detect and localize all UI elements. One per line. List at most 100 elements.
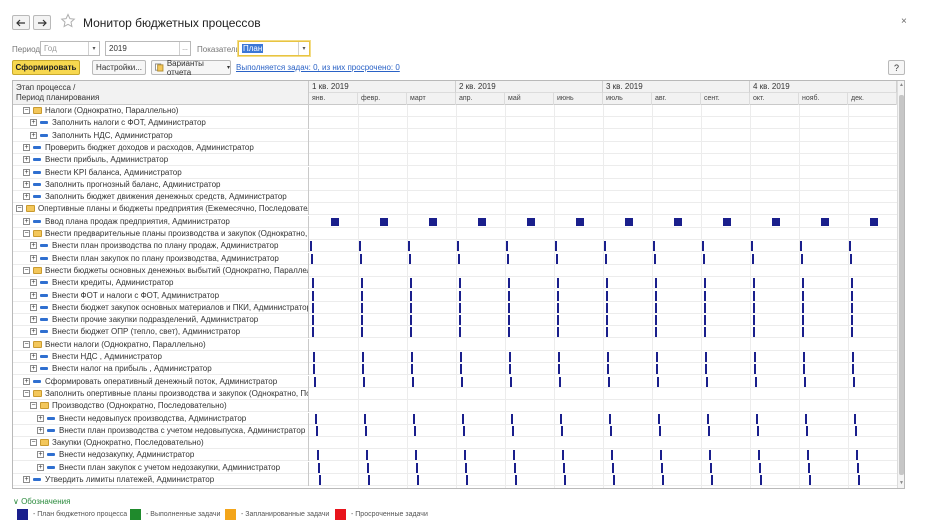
table-row[interactable]: − Опертивные планы и бюджеты предприятия … — [13, 203, 897, 216]
plan-bar[interactable] — [315, 413, 318, 424]
scrollbar-thumb[interactable] — [899, 95, 904, 475]
plan-bar[interactable] — [756, 413, 759, 424]
plan-bar[interactable] — [527, 217, 536, 226]
scroll-down-icon[interactable]: ▼ — [899, 480, 904, 486]
expand-icon[interactable]: + — [30, 353, 37, 360]
plan-bar[interactable] — [463, 425, 466, 436]
plan-bar[interactable] — [851, 278, 854, 289]
plan-bar[interactable] — [411, 364, 414, 375]
plan-bar[interactable] — [612, 462, 615, 473]
table-row[interactable]: + Внести план закупок по плану производст… — [13, 252, 897, 265]
plan-bar[interactable] — [607, 364, 610, 375]
plan-bar[interactable] — [312, 327, 315, 338]
plan-bar[interactable] — [312, 290, 315, 301]
plan-bar[interactable] — [558, 364, 561, 375]
plan-bar[interactable] — [466, 475, 469, 485]
table-row[interactable]: + Внести бюджет ОПР (тепло, свет), Админи… — [13, 326, 897, 339]
plan-bar[interactable] — [512, 425, 515, 436]
plan-bar[interactable] — [508, 315, 511, 326]
plan-bar[interactable] — [362, 364, 365, 375]
plan-bar[interactable] — [506, 241, 509, 252]
plan-bar[interactable] — [802, 327, 805, 338]
plan-bar[interactable] — [557, 315, 560, 326]
plan-bar[interactable] — [625, 217, 634, 226]
collapse-icon[interactable]: − — [23, 389, 30, 397]
expand-icon[interactable]: + — [30, 316, 37, 324]
plan-bar[interactable] — [611, 450, 614, 461]
expand-icon[interactable]: + — [23, 377, 30, 385]
period-select[interactable]: Год ▾ — [40, 41, 100, 56]
help-button[interactable]: ? — [888, 60, 905, 75]
table-row[interactable]: + Внести НДС , Администратор — [13, 351, 897, 363]
plan-bar[interactable] — [710, 462, 713, 473]
plan-bar[interactable] — [802, 290, 805, 301]
plan-bar[interactable] — [655, 327, 658, 338]
plan-bar[interactable] — [610, 425, 613, 436]
expand-icon[interactable]: + — [23, 156, 30, 164]
plan-bar[interactable] — [606, 278, 609, 289]
plan-bar[interactable] — [660, 450, 663, 461]
plan-bar[interactable] — [659, 425, 662, 436]
expand-icon[interactable]: + — [30, 131, 37, 139]
plan-bar[interactable] — [801, 253, 804, 264]
vertical-scrollbar[interactable]: ▲ ▼ — [897, 81, 904, 488]
collapse-icon[interactable]: − — [23, 340, 30, 348]
plan-bar[interactable] — [513, 450, 516, 461]
plan-bar[interactable] — [411, 352, 414, 362]
chevron-down-icon[interactable]: ▾ — [88, 42, 99, 55]
plan-bar[interactable] — [510, 376, 513, 387]
plan-bar[interactable] — [655, 315, 658, 326]
plan-bar[interactable] — [509, 352, 512, 362]
expand-icon[interactable]: + — [30, 119, 37, 127]
forward-button[interactable] — [33, 15, 51, 30]
plan-bar[interactable] — [462, 413, 465, 424]
plan-bar[interactable] — [706, 376, 709, 387]
tasks-status-link[interactable]: Выполняется задач: 0, из них просрочено:… — [236, 63, 400, 72]
plan-bar[interactable] — [361, 315, 364, 326]
plan-bar[interactable] — [312, 302, 315, 313]
plan-bar[interactable] — [508, 327, 511, 338]
collapse-icon[interactable]: − — [23, 107, 30, 114]
plan-bar[interactable] — [319, 475, 322, 485]
plan-bar[interactable] — [809, 475, 812, 485]
plan-bar[interactable] — [807, 450, 810, 461]
table-row[interactable]: − Внести налоги (Однократно, Параллельно) — [13, 338, 897, 351]
table-row[interactable]: + Внести план производства по плану прода… — [13, 240, 897, 253]
settings-button[interactable]: Настройки... — [92, 60, 146, 75]
plan-bar[interactable] — [313, 364, 316, 375]
plan-bar[interactable] — [416, 462, 419, 473]
plan-bar[interactable] — [360, 253, 363, 264]
plan-bar[interactable] — [457, 241, 460, 252]
plan-bar[interactable] — [708, 425, 711, 436]
plan-bar[interactable] — [853, 376, 856, 387]
plan-bar[interactable] — [753, 278, 756, 289]
collapse-icon[interactable]: − — [23, 230, 30, 237]
expand-icon[interactable]: + — [23, 180, 30, 188]
expand-icon[interactable]: + — [23, 476, 30, 483]
plan-bar[interactable] — [417, 475, 420, 485]
plan-bar[interactable] — [606, 327, 609, 338]
plan-bar[interactable] — [508, 290, 511, 301]
collapse-icon[interactable]: − — [23, 266, 30, 274]
plan-bar[interactable] — [312, 315, 315, 326]
expand-icon[interactable]: + — [30, 328, 37, 336]
plan-bar[interactable] — [851, 302, 854, 313]
plan-bar[interactable] — [723, 217, 732, 226]
expand-icon[interactable]: + — [30, 365, 37, 373]
plan-bar[interactable] — [662, 475, 665, 485]
plan-bar[interactable] — [361, 290, 364, 301]
plan-bar[interactable] — [380, 217, 389, 226]
table-row[interactable]: + Внести прибыль, Администратор — [13, 154, 897, 167]
plan-bar[interactable] — [753, 315, 756, 326]
table-row[interactable]: + Внести прочие закупки подразделений, Ад… — [13, 314, 897, 327]
plan-bar[interactable] — [368, 475, 371, 485]
plan-bar[interactable] — [555, 241, 558, 252]
plan-bar[interactable] — [317, 450, 320, 461]
plan-bar[interactable] — [851, 290, 854, 301]
plan-bar[interactable] — [607, 352, 610, 362]
table-row[interactable]: − Внести предварительные планы производст… — [13, 228, 897, 240]
plan-bar[interactable] — [849, 241, 852, 252]
plan-bar[interactable] — [557, 290, 560, 301]
plan-bar[interactable] — [310, 241, 313, 252]
collapse-icon[interactable]: − — [16, 205, 23, 213]
